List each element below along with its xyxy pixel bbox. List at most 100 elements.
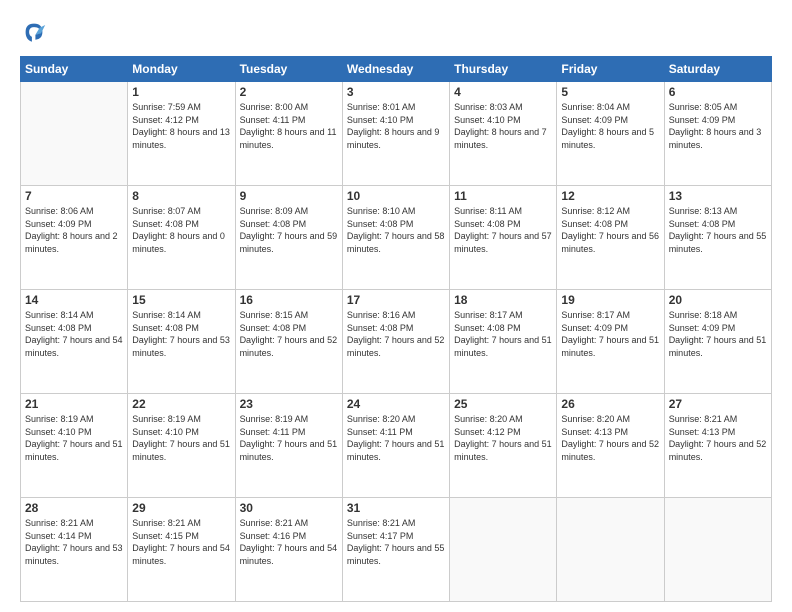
daylight-label: Daylight: 7 hours and 55 minutes. xyxy=(347,543,445,566)
sunset-label: Sunset: 4:15 PM xyxy=(132,531,199,541)
sunrise-label: Sunrise: 8:20 AM xyxy=(561,414,630,424)
page: SundayMondayTuesdayWednesdayThursdayFrid… xyxy=(0,0,792,612)
calendar-cell: 24 Sunrise: 8:20 AM Sunset: 4:11 PM Dayl… xyxy=(342,394,449,498)
day-info: Sunrise: 8:20 AM Sunset: 4:11 PM Dayligh… xyxy=(347,413,445,463)
daylight-label: Daylight: 7 hours and 52 minutes. xyxy=(669,439,767,462)
calendar-week-2: 7 Sunrise: 8:06 AM Sunset: 4:09 PM Dayli… xyxy=(21,186,772,290)
sunset-label: Sunset: 4:11 PM xyxy=(240,427,306,437)
sunset-label: Sunset: 4:09 PM xyxy=(561,323,628,333)
weekday-header-wednesday: Wednesday xyxy=(342,57,449,82)
daylight-label: Daylight: 7 hours and 53 minutes. xyxy=(25,543,123,566)
daylight-label: Daylight: 7 hours and 51 minutes. xyxy=(454,439,552,462)
day-number: 15 xyxy=(132,293,230,307)
calendar-cell: 30 Sunrise: 8:21 AM Sunset: 4:16 PM Dayl… xyxy=(235,498,342,602)
day-info: Sunrise: 8:06 AM Sunset: 4:09 PM Dayligh… xyxy=(25,205,123,255)
daylight-label: Daylight: 7 hours and 52 minutes. xyxy=(347,335,445,358)
daylight-label: Daylight: 7 hours and 51 minutes. xyxy=(669,335,767,358)
day-info: Sunrise: 8:20 AM Sunset: 4:13 PM Dayligh… xyxy=(561,413,659,463)
sunset-label: Sunset: 4:13 PM xyxy=(561,427,628,437)
sunset-label: Sunset: 4:09 PM xyxy=(25,219,92,229)
day-info: Sunrise: 8:19 AM Sunset: 4:10 PM Dayligh… xyxy=(25,413,123,463)
sunrise-label: Sunrise: 8:12 AM xyxy=(561,206,630,216)
calendar-cell: 7 Sunrise: 8:06 AM Sunset: 4:09 PM Dayli… xyxy=(21,186,128,290)
calendar-cell: 11 Sunrise: 8:11 AM Sunset: 4:08 PM Dayl… xyxy=(450,186,557,290)
day-info: Sunrise: 8:17 AM Sunset: 4:09 PM Dayligh… xyxy=(561,309,659,359)
sunrise-label: Sunrise: 8:14 AM xyxy=(25,310,94,320)
day-number: 18 xyxy=(454,293,552,307)
calendar-cell: 3 Sunrise: 8:01 AM Sunset: 4:10 PM Dayli… xyxy=(342,82,449,186)
sunrise-label: Sunrise: 8:00 AM xyxy=(240,102,309,112)
day-number: 8 xyxy=(132,189,230,203)
calendar-cell: 31 Sunrise: 8:21 AM Sunset: 4:17 PM Dayl… xyxy=(342,498,449,602)
calendar-cell xyxy=(21,82,128,186)
sunrise-label: Sunrise: 8:11 AM xyxy=(454,206,522,216)
sunset-label: Sunset: 4:11 PM xyxy=(347,427,413,437)
calendar-cell: 1 Sunrise: 7:59 AM Sunset: 4:12 PM Dayli… xyxy=(128,82,235,186)
weekday-header-saturday: Saturday xyxy=(664,57,771,82)
sunset-label: Sunset: 4:12 PM xyxy=(454,427,521,437)
sunrise-label: Sunrise: 8:01 AM xyxy=(347,102,416,112)
day-info: Sunrise: 8:21 AM Sunset: 4:15 PM Dayligh… xyxy=(132,517,230,567)
day-info: Sunrise: 8:12 AM Sunset: 4:08 PM Dayligh… xyxy=(561,205,659,255)
daylight-label: Daylight: 8 hours and 7 minutes. xyxy=(454,127,547,150)
daylight-label: Daylight: 8 hours and 3 minutes. xyxy=(669,127,762,150)
sunrise-label: Sunrise: 8:17 AM xyxy=(454,310,523,320)
daylight-label: Daylight: 7 hours and 52 minutes. xyxy=(240,335,338,358)
daylight-label: Daylight: 8 hours and 13 minutes. xyxy=(132,127,230,150)
daylight-label: Daylight: 7 hours and 51 minutes. xyxy=(132,439,230,462)
daylight-label: Daylight: 7 hours and 51 minutes. xyxy=(240,439,338,462)
day-info: Sunrise: 8:16 AM Sunset: 4:08 PM Dayligh… xyxy=(347,309,445,359)
day-number: 9 xyxy=(240,189,338,203)
sunrise-label: Sunrise: 8:17 AM xyxy=(561,310,630,320)
weekday-header-sunday: Sunday xyxy=(21,57,128,82)
day-number: 26 xyxy=(561,397,659,411)
sunset-label: Sunset: 4:08 PM xyxy=(240,219,307,229)
calendar-cell: 15 Sunrise: 8:14 AM Sunset: 4:08 PM Dayl… xyxy=(128,290,235,394)
daylight-label: Daylight: 8 hours and 11 minutes. xyxy=(240,127,337,150)
sunrise-label: Sunrise: 8:10 AM xyxy=(347,206,416,216)
calendar-cell: 23 Sunrise: 8:19 AM Sunset: 4:11 PM Dayl… xyxy=(235,394,342,498)
sunset-label: Sunset: 4:11 PM xyxy=(240,115,306,125)
sunset-label: Sunset: 4:08 PM xyxy=(25,323,92,333)
day-info: Sunrise: 8:07 AM Sunset: 4:08 PM Dayligh… xyxy=(132,205,230,255)
sunrise-label: Sunrise: 8:13 AM xyxy=(669,206,738,216)
calendar-cell xyxy=(664,498,771,602)
daylight-label: Daylight: 8 hours and 9 minutes. xyxy=(347,127,440,150)
day-info: Sunrise: 8:01 AM Sunset: 4:10 PM Dayligh… xyxy=(347,101,445,151)
sunset-label: Sunset: 4:10 PM xyxy=(132,427,199,437)
calendar-cell: 13 Sunrise: 8:13 AM Sunset: 4:08 PM Dayl… xyxy=(664,186,771,290)
day-info: Sunrise: 8:04 AM Sunset: 4:09 PM Dayligh… xyxy=(561,101,659,151)
sunset-label: Sunset: 4:08 PM xyxy=(347,219,414,229)
daylight-label: Daylight: 8 hours and 5 minutes. xyxy=(561,127,654,150)
daylight-label: Daylight: 7 hours and 54 minutes. xyxy=(240,543,338,566)
calendar-cell: 16 Sunrise: 8:15 AM Sunset: 4:08 PM Dayl… xyxy=(235,290,342,394)
calendar-cell: 14 Sunrise: 8:14 AM Sunset: 4:08 PM Dayl… xyxy=(21,290,128,394)
sunset-label: Sunset: 4:08 PM xyxy=(454,323,521,333)
calendar-week-4: 21 Sunrise: 8:19 AM Sunset: 4:10 PM Dayl… xyxy=(21,394,772,498)
day-info: Sunrise: 8:20 AM Sunset: 4:12 PM Dayligh… xyxy=(454,413,552,463)
calendar-cell: 25 Sunrise: 8:20 AM Sunset: 4:12 PM Dayl… xyxy=(450,394,557,498)
day-number: 10 xyxy=(347,189,445,203)
calendar-cell: 5 Sunrise: 8:04 AM Sunset: 4:09 PM Dayli… xyxy=(557,82,664,186)
sunset-label: Sunset: 4:08 PM xyxy=(669,219,736,229)
day-info: Sunrise: 8:21 AM Sunset: 4:17 PM Dayligh… xyxy=(347,517,445,567)
sunset-label: Sunset: 4:16 PM xyxy=(240,531,307,541)
sunset-label: Sunset: 4:08 PM xyxy=(132,219,199,229)
calendar-cell: 4 Sunrise: 8:03 AM Sunset: 4:10 PM Dayli… xyxy=(450,82,557,186)
sunset-label: Sunset: 4:08 PM xyxy=(454,219,521,229)
day-number: 13 xyxy=(669,189,767,203)
sunrise-label: Sunrise: 8:21 AM xyxy=(669,414,738,424)
calendar-cell: 20 Sunrise: 8:18 AM Sunset: 4:09 PM Dayl… xyxy=(664,290,771,394)
logo-icon xyxy=(20,18,48,46)
day-info: Sunrise: 8:14 AM Sunset: 4:08 PM Dayligh… xyxy=(132,309,230,359)
daylight-label: Daylight: 7 hours and 51 minutes. xyxy=(561,335,659,358)
calendar-cell: 29 Sunrise: 8:21 AM Sunset: 4:15 PM Dayl… xyxy=(128,498,235,602)
sunrise-label: Sunrise: 8:03 AM xyxy=(454,102,523,112)
weekday-header-tuesday: Tuesday xyxy=(235,57,342,82)
day-info: Sunrise: 8:13 AM Sunset: 4:08 PM Dayligh… xyxy=(669,205,767,255)
daylight-label: Daylight: 8 hours and 0 minutes. xyxy=(132,231,225,254)
day-number: 7 xyxy=(25,189,123,203)
day-number: 12 xyxy=(561,189,659,203)
weekday-header-row: SundayMondayTuesdayWednesdayThursdayFrid… xyxy=(21,57,772,82)
day-number: 25 xyxy=(454,397,552,411)
